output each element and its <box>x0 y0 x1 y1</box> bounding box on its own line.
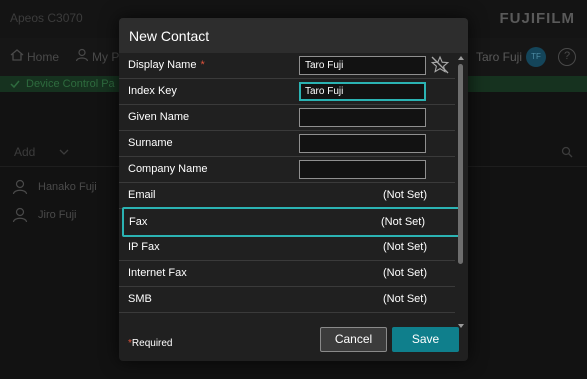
chevron-down-icon <box>59 149 69 155</box>
display-name-input[interactable]: Taro Fuji <box>299 56 426 75</box>
dialog-title: New Contact <box>129 28 210 44</box>
dialog-footer: *Required Cancel Save <box>119 316 468 361</box>
screen: Apeos C3070 FUJIFILM Home My P Taro Fuji… <box>0 0 587 379</box>
brand-logo: FUJIFILM <box>499 10 575 27</box>
field-display-name: Display Name * Taro Fuji <box>119 53 455 79</box>
cancel-button[interactable]: Cancel <box>320 327 387 352</box>
field-status: (Not Set) <box>382 293 427 305</box>
field-email[interactable]: Email (Not Set) <box>119 183 455 209</box>
app-title: Apeos C3070 <box>10 11 83 25</box>
new-contact-dialog: New Contact Display Name * Taro Fuji Inde… <box>119 18 468 361</box>
nav-my[interactable]: My P <box>92 50 119 64</box>
list-item[interactable]: Hanako Fuji <box>12 177 97 197</box>
person-icon <box>12 179 28 195</box>
index-key-input[interactable]: Taro Fuji <box>299 82 426 101</box>
scrollbar[interactable] <box>457 56 465 334</box>
field-ip-fax[interactable]: IP Fax (Not Set) <box>119 235 455 261</box>
list-item[interactable]: Jiro Fuji <box>12 205 77 225</box>
field-smb[interactable]: SMB (Not Set) <box>119 287 455 313</box>
search-icon[interactable] <box>561 146 573 158</box>
field-status: (Not Set) <box>380 216 425 228</box>
field-label: Given Name <box>128 111 190 123</box>
nav-home[interactable]: Home <box>27 50 59 64</box>
field-label: Surname <box>128 137 173 149</box>
company-name-input[interactable] <box>299 160 426 179</box>
status-text: Device Control Pa <box>26 78 115 90</box>
help-icon[interactable]: ? <box>558 48 576 66</box>
field-company-name: Company Name <box>119 157 455 183</box>
home-icon[interactable] <box>10 48 24 62</box>
scroll-thumb[interactable] <box>458 64 463 264</box>
person-icon <box>12 207 28 223</box>
add-label: Add <box>14 145 36 159</box>
field-label: Company Name <box>128 163 208 175</box>
field-index-key: Index Key Taro Fuji <box>119 79 455 105</box>
user-name[interactable]: Taro Fuji <box>476 50 522 64</box>
add-dropdown[interactable]: Add <box>14 145 69 159</box>
field-surname: Surname <box>119 131 455 157</box>
required-note: *Required <box>128 338 173 349</box>
field-status: (Not Set) <box>382 189 427 201</box>
save-button[interactable]: Save <box>392 327 459 352</box>
avatar[interactable]: TF <box>526 47 546 67</box>
required-marker: * <box>200 59 205 71</box>
field-status: (Not Set) <box>382 241 427 253</box>
field-fax[interactable]: Fax (Not Set) <box>122 207 460 237</box>
field-label: Index Key <box>128 85 177 97</box>
contact-name: Hanako Fuji <box>38 181 97 193</box>
field-internet-fax[interactable]: Internet Fax (Not Set) <box>119 261 455 287</box>
field-label: Display Name * <box>128 59 205 71</box>
field-label: Fax <box>129 216 148 228</box>
surname-input[interactable] <box>299 134 426 153</box>
scroll-up-icon[interactable] <box>458 56 464 60</box>
field-status: (Not Set) <box>382 267 427 279</box>
dialog-body: Display Name * Taro Fuji Index Key Taro F… <box>119 53 468 334</box>
field-label: Internet Fax <box>128 267 187 279</box>
given-name-input[interactable] <box>299 108 426 127</box>
field-label: SMB <box>128 293 152 305</box>
contact-name: Jiro Fuji <box>38 209 77 221</box>
field-label: Email <box>128 189 156 201</box>
field-given-name: Given Name <box>119 105 455 131</box>
field-label: IP Fax <box>128 241 160 253</box>
dialog-header: New Contact <box>119 18 468 53</box>
check-icon <box>10 80 20 89</box>
user-icon[interactable] <box>75 48 89 62</box>
star-clear-icon[interactable] <box>430 55 450 75</box>
